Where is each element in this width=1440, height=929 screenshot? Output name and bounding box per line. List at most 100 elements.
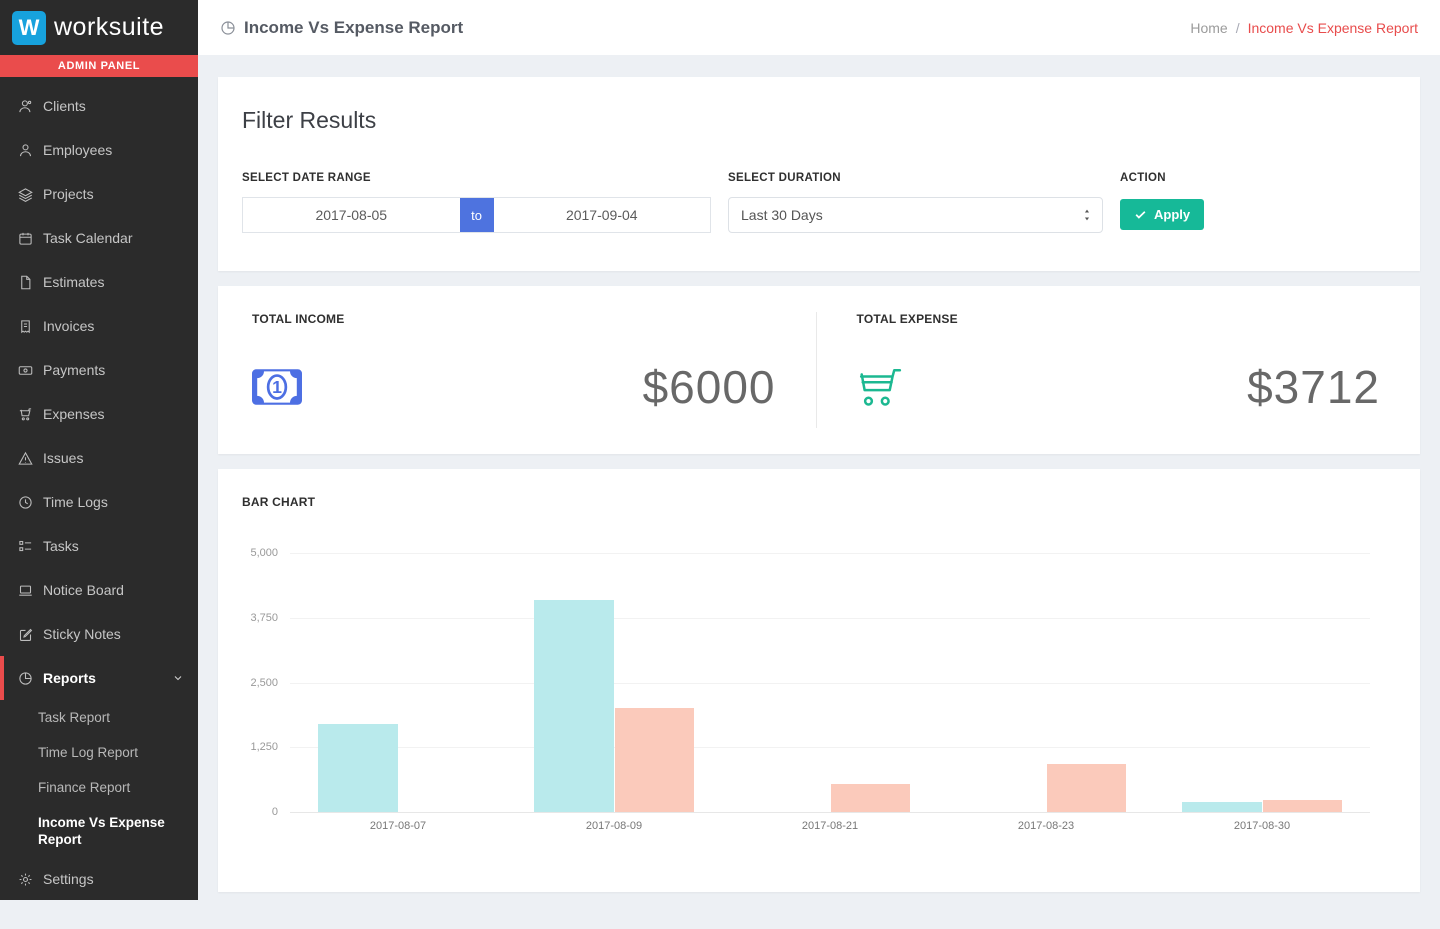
apply-button-label: Apply (1154, 207, 1190, 222)
logo-icon: W (12, 11, 46, 45)
expense-bar (831, 784, 911, 812)
bar-group (722, 553, 938, 812)
sidebar-item-label: Tasks (43, 538, 79, 554)
bar-group (938, 553, 1154, 812)
sidebar-item-invoices[interactable]: Invoices (0, 304, 198, 348)
income-bar (318, 724, 398, 812)
sidebar-subitem-income-vs-expense-report[interactable]: Income Vs Expense Report (0, 805, 190, 857)
page-title: Income Vs Expense Report (244, 18, 463, 38)
total-income-value: $6000 (643, 360, 776, 414)
y-tick: 3,750 (250, 612, 278, 624)
sidebar-subitem-finance-report[interactable]: Finance Report (0, 770, 198, 805)
bar-chart-card: BAR CHART 5,000 3,750 2,500 1,250 0 2017… (218, 469, 1420, 892)
sidebar-item-label: Time Logs (43, 494, 108, 510)
end-date-input[interactable] (494, 198, 711, 232)
sidebar-item-expenses[interactable]: Expenses (0, 392, 198, 436)
board-icon (18, 583, 34, 598)
y-axis: 5,000 3,750 2,500 1,250 0 (242, 553, 290, 812)
start-date-input[interactable] (243, 198, 460, 232)
select-arrows-icon (1082, 208, 1092, 222)
sidebar-item-label: Clients (43, 98, 86, 114)
y-tick: 5,000 (250, 547, 278, 559)
income-bar (534, 600, 614, 812)
banknote-icon: 1 (252, 369, 302, 405)
layers-icon (18, 187, 34, 202)
x-axis: 2017-08-072017-08-092017-08-212017-08-23… (290, 820, 1370, 832)
sidebar-item-notice-board[interactable]: Notice Board (0, 568, 198, 612)
sidebar-item-reports[interactable]: Reports (0, 656, 198, 700)
breadcrumb-separator: / (1236, 20, 1240, 36)
gridline (290, 812, 1370, 813)
receipt-icon (18, 319, 34, 334)
date-range-connector: to (460, 198, 494, 232)
total-expense-value: $3712 (1247, 360, 1380, 414)
sidebar-item-projects[interactable]: Projects (0, 172, 198, 216)
pie-chart-icon (18, 671, 34, 686)
sidebar: W worksuite ADMIN PANEL Clients Employee… (0, 0, 198, 900)
y-tick: 2,500 (250, 677, 278, 689)
tasks-icon (18, 539, 34, 554)
y-tick: 0 (272, 806, 278, 818)
bar-chart: 5,000 3,750 2,500 1,250 0 (242, 553, 1396, 812)
sidebar-item-label: Sticky Notes (43, 626, 121, 642)
sidebar-item-payments[interactable]: Payments (0, 348, 198, 392)
income-bar (1182, 802, 1262, 812)
banknote-icon (18, 363, 34, 378)
cart-icon (857, 366, 903, 408)
calendar-icon (18, 231, 34, 246)
sidebar-subitem-task-report[interactable]: Task Report (0, 700, 198, 735)
pie-chart-icon (220, 20, 236, 36)
sidebar-item-label: Task Calendar (43, 230, 133, 246)
filter-card: Filter Results SELECT DATE RANGE to SELE… (218, 77, 1420, 271)
filter-heading: Filter Results (242, 107, 1396, 134)
sidebar-item-clients[interactable]: Clients (0, 84, 198, 128)
sidebar-item-sticky-notes[interactable]: Sticky Notes (0, 612, 198, 656)
cart-icon (18, 407, 34, 422)
plot-area (290, 553, 1370, 812)
admin-panel-band: ADMIN PANEL (0, 55, 198, 77)
total-expense-panel: TOTAL EXPENSE $3712 (816, 312, 1421, 428)
duration-select[interactable]: Last 30 Days (728, 197, 1103, 233)
employees-icon (18, 143, 34, 158)
app-logo[interactable]: W worksuite (0, 0, 198, 55)
duration-selected-value: Last 30 Days (741, 207, 823, 223)
sidebar-item-settings[interactable]: Settings (0, 857, 198, 901)
bar-group (290, 553, 506, 812)
x-axis-label: 2017-08-30 (1154, 820, 1370, 832)
sidebar-item-label: Settings (43, 871, 94, 887)
warning-icon (18, 451, 34, 466)
breadcrumb-home-link[interactable]: Home (1190, 20, 1227, 36)
total-income-label: TOTAL INCOME (252, 312, 792, 326)
sidebar-item-label: Employees (43, 142, 112, 158)
sidebar-item-tasks[interactable]: Tasks (0, 524, 198, 568)
file-icon (18, 275, 34, 290)
main-content: Filter Results SELECT DATE RANGE to SELE… (198, 55, 1440, 929)
action-label: ACTION (1120, 172, 1204, 184)
sidebar-item-employees[interactable]: Employees (0, 128, 198, 172)
sidebar-item-label: Notice Board (43, 582, 124, 598)
x-axis-label: 2017-08-21 (722, 820, 938, 832)
sidebar-item-label: Invoices (43, 318, 94, 334)
note-icon (18, 627, 34, 642)
gear-icon (18, 872, 34, 887)
sidebar-item-task-calendar[interactable]: Task Calendar (0, 216, 198, 260)
breadcrumb: Home / Income Vs Expense Report (1190, 20, 1418, 36)
totals-card: TOTAL INCOME 1 $6000 TOTAL EXPENSE (218, 286, 1420, 454)
x-axis-label: 2017-08-07 (290, 820, 506, 832)
expense-bar (615, 708, 695, 812)
top-header: Income Vs Expense Report Home / Income V… (198, 0, 1440, 55)
date-range-group: to (242, 197, 711, 233)
y-tick: 1,250 (250, 741, 278, 753)
clients-icon (18, 99, 34, 114)
sidebar-subitem-time-log-report[interactable]: Time Log Report (0, 735, 198, 770)
apply-button[interactable]: Apply (1120, 199, 1204, 230)
sidebar-item-label: Projects (43, 186, 94, 202)
duration-label: SELECT DURATION (728, 172, 1103, 184)
sidebar-item-time-logs[interactable]: Time Logs (0, 480, 198, 524)
expense-bar (1047, 764, 1127, 812)
x-axis-label: 2017-08-23 (938, 820, 1154, 832)
sidebar-item-label: Issues (43, 450, 83, 466)
sidebar-item-issues[interactable]: Issues (0, 436, 198, 480)
sidebar-item-estimates[interactable]: Estimates (0, 260, 198, 304)
svg-text:1: 1 (272, 377, 282, 397)
